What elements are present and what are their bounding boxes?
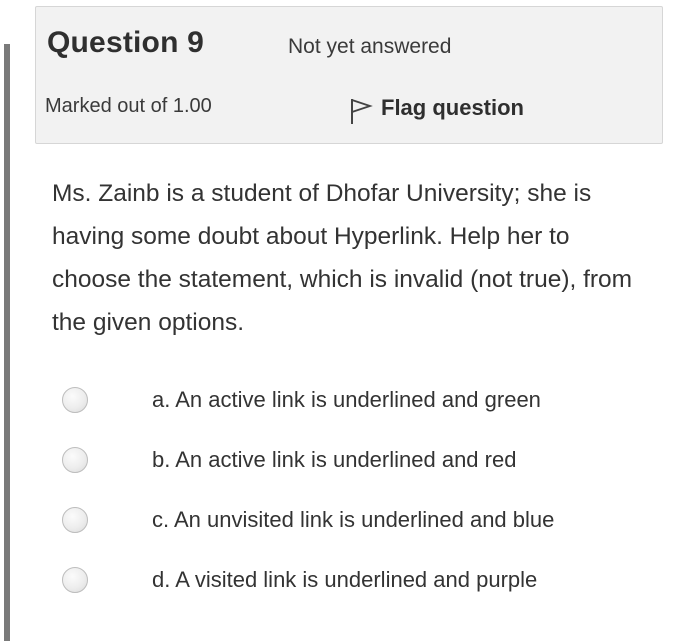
question-grade: Marked out of 1.00 xyxy=(45,95,212,117)
radio-button[interactable] xyxy=(62,387,88,413)
radio-button[interactable] xyxy=(62,507,88,533)
left-border-rule xyxy=(4,44,10,641)
answer-label: a. An active link is underlined and gree… xyxy=(152,387,541,412)
answer-label: c. An unvisited link is underlined and b… xyxy=(152,507,555,532)
flag-question-button[interactable]: Flag question xyxy=(349,91,524,125)
question-state: Not yet answered xyxy=(288,35,452,58)
radio-button[interactable] xyxy=(62,567,88,593)
radio-button[interactable] xyxy=(62,447,88,473)
answer-label: d. A visited link is underlined and purp… xyxy=(152,567,538,592)
question-text: Ms. Zainb is a student of Dhofar Univers… xyxy=(52,180,633,336)
flag-icon xyxy=(351,99,373,124)
question-info-box: Question 9 Not yet answered Marked out o… xyxy=(35,6,663,144)
flag-question-label: Flag question xyxy=(381,95,524,120)
question-number: Question 9 xyxy=(47,26,205,59)
answer-option-d[interactable]: d. A visited link is underlined and purp… xyxy=(62,558,662,602)
answer-option-a[interactable]: a. An active link is underlined and gree… xyxy=(62,378,662,422)
answer-option-b[interactable]: b. An active link is underlined and red xyxy=(62,438,662,482)
answer-option-c[interactable]: c. An unvisited link is underlined and b… xyxy=(62,498,662,542)
answer-label: b. An active link is underlined and red xyxy=(152,447,517,472)
